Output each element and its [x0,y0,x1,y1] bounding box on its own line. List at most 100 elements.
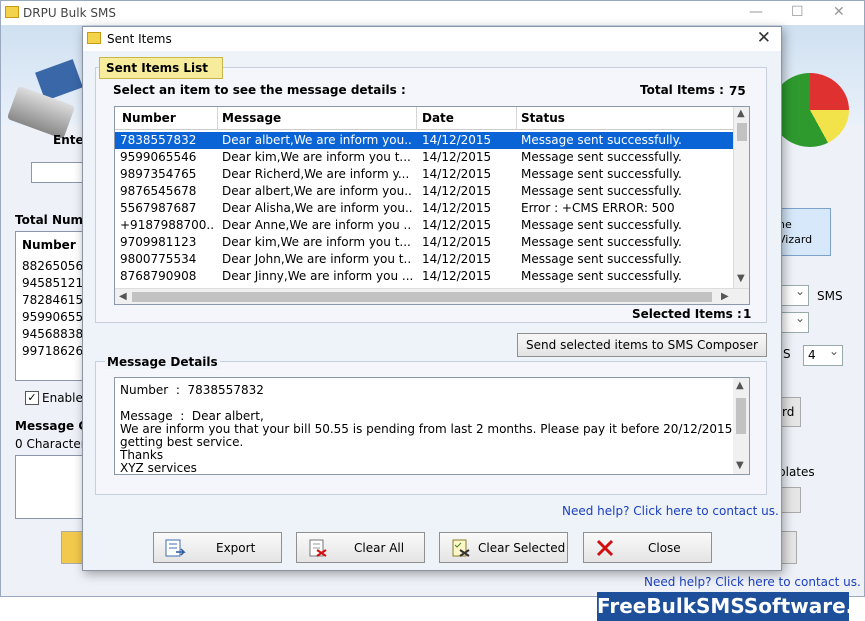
message-details-box[interactable]: Number : 7838557832 Message : Dear alber… [114,377,750,475]
total-numbers-label: Total Numb [15,213,92,227]
cell-message: Dear John,We are inform you t... [222,252,412,266]
message-textarea[interactable] [15,455,87,519]
list-item[interactable]: 959906554 [16,309,86,326]
table-row[interactable]: 9876545678 Dear albert,We are inform you.… [115,183,733,200]
col-status[interactable]: Status [521,111,565,125]
count-dropdown[interactable]: 4 [803,344,843,366]
minimize-icon[interactable]: — [749,4,763,20]
table-row[interactable]: +9187988700... Dear Anne,We are inform yo… [115,217,733,234]
numbers-list[interactable]: Number 882650567 945851216 782846154 959… [15,231,87,381]
table-row[interactable]: 5567987687 Dear Alisha,We are inform you.… [115,200,733,217]
scroll-up-icon[interactable]: ▲ [737,108,745,119]
export-button[interactable]: Export [153,532,282,563]
clear-all-button[interactable]: Clear All [296,532,425,563]
cell-status: Message sent successfully. [521,269,682,283]
details-scroll-up-icon[interactable]: ▲ [736,380,744,391]
cell-message: Dear Richerd,We are inform y... [222,167,410,181]
clear-all-icon [309,539,327,557]
dialog-help-link[interactable]: Need help? Click here to contact us. [562,504,779,518]
scroll-thumb[interactable] [737,123,747,141]
s-label: S [783,347,791,361]
enable-checkbox[interactable]: ✓ [25,391,39,405]
dialog-titlebar: Sent Items ✕ [83,27,781,51]
cell-status: Message sent successfully. [521,252,682,266]
details-line: Message : Dear albert, [120,409,264,423]
cell-date: 14/12/2015 [422,218,492,232]
cell-message: Dear albert,We are inform you... [222,184,412,198]
cell-number: 5567987687 [120,201,197,215]
details-line: Number : 7838557832 [120,383,264,397]
clear-selected-label: Clear Selected [478,541,566,555]
close-label: Close [648,541,681,555]
col-number[interactable]: Number [122,111,176,125]
cell-number: 9709981123 [120,235,197,249]
sent-items-table[interactable]: Number Message Date Status 7838557832 Dea… [114,106,750,305]
list-item[interactable]: 997186260 [16,343,86,360]
scroll-left-icon[interactable]: ◀ [119,291,127,302]
count-value: 4 [808,348,816,362]
cell-message: Dear Alisha,We are inform you... [222,201,412,215]
hscroll-thumb[interactable] [132,292,712,302]
list-item[interactable]: 945851216 [16,275,86,292]
list-item[interactable]: 882650567 [16,258,86,275]
close-icon[interactable]: ✕ [833,4,845,20]
app-icon [5,6,19,18]
table-row[interactable]: 9800775534 Dear John,We are inform you t.… [115,251,733,268]
details-scroll-down-icon[interactable]: ▼ [736,460,744,471]
close-button[interactable]: Close [583,532,712,563]
scroll-right-icon[interactable]: ▶ [721,291,729,302]
clear-selected-icon [452,539,470,557]
cell-number: 8768790908 [120,269,197,283]
scroll-down-icon[interactable]: ▼ [737,273,745,284]
send-to-composer-button[interactable]: Send selected items to SMS Composer [517,333,767,357]
table-row[interactable]: 9599065546 Dear kim,We are inform you t..… [115,149,733,166]
col-date[interactable]: Date [422,111,454,125]
cell-status: Error : +CMS ERROR: 500 [521,201,675,215]
clear-selected-button[interactable]: Clear Selected [439,532,568,563]
total-items-value: 75 [729,84,746,98]
enable-label: Enable [42,391,83,405]
cell-number: +9187988700... [120,218,215,232]
wizard-label-2: Vizard [778,233,813,246]
total-items-label: Total Items : [640,83,724,97]
sms-label: SMS [817,289,843,303]
enter-input[interactable] [31,162,87,183]
templates-label: plates [778,465,815,479]
export-label: Export [216,541,256,555]
characters-label: 0 Character [15,437,86,451]
details-scroll-thumb[interactable] [736,398,746,434]
list-item[interactable]: 782846154 [16,292,86,309]
details-line: getting best service. [120,435,244,449]
sent-items-tab: Sent Items List [99,57,223,79]
maximize-icon[interactable]: ☐ [791,4,804,20]
dialog-close-icon[interactable]: ✕ [757,28,771,48]
details-line: We are inform you that your bill 50.55 i… [120,422,750,436]
list-item[interactable]: 945688388 [16,326,86,343]
table-row[interactable]: 9897354765 Dear Richerd,We are inform y..… [115,166,733,183]
cell-status: Message sent successfully. [521,218,682,232]
instruction-label: Select an item to see the message detail… [113,83,406,97]
help-link[interactable]: Need help? Click here to contact us. [644,575,861,589]
cell-date: 14/12/2015 [422,235,492,249]
selected-items-value: 1 [743,307,752,321]
table-header: Number Message Date Status [115,107,733,130]
table-horizontal-scrollbar[interactable]: ◀ ▶ [115,288,749,304]
col-message[interactable]: Message [222,111,281,125]
details-line: XYZ services [120,461,197,475]
side-button-label: rd [782,405,795,419]
cell-number: 9897354765 [120,167,197,181]
enter-label: Ente [53,133,84,147]
table-row[interactable]: 8768790908 Dear Jinny,We are inform you .… [115,268,733,285]
cell-date: 14/12/2015 [422,150,492,164]
details-scrollbar[interactable]: ▲ ▼ [733,378,749,474]
table-vertical-scrollbar[interactable]: ▲ ▼ [733,107,749,289]
brand-banner: FreeBulkSMSSoftware.com [597,592,865,621]
selected-items-label: Selected Items : [632,307,742,321]
cell-date: 14/12/2015 [422,252,492,266]
close-x-icon [596,539,614,557]
table-row[interactable]: 9709981123 Dear kim,We are inform you t..… [115,234,733,251]
cell-date: 14/12/2015 [422,133,492,147]
dialog-title: Sent Items [107,32,172,46]
clear-all-label: Clear All [354,541,405,555]
table-row[interactable]: 7838557832 Dear albert,We are inform you.… [115,132,733,149]
